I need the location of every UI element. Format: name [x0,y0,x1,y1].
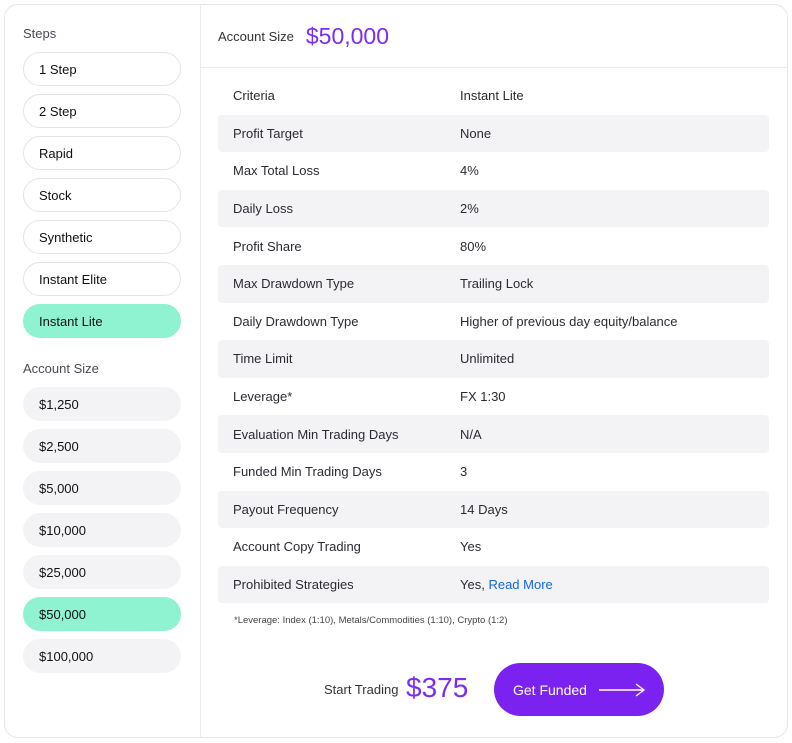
row-label: Profit Target [233,125,303,141]
row-label: Account Copy Trading [233,539,361,555]
size-option-label: $10,000 [39,522,86,538]
size-option-5000[interactable]: $5,000 [23,471,181,505]
table-row: Time Limit Unlimited [218,340,769,378]
row-value-text: Yes, [460,577,485,593]
table-row: Account Copy Trading Yes [218,528,769,566]
sidebar: Steps 1 Step 2 Step Rapid Stock Syntheti… [5,5,201,737]
table-row: Prohibited Strategies Yes, Read More [218,565,769,604]
size-option-2500[interactable]: $2,500 [23,429,181,463]
account-size-label: Account Size [218,28,294,44]
row-label: Payout Frequency [233,501,339,517]
row-value: Trailing Lock [460,276,534,292]
row-value: None [460,125,492,141]
step-option-label: Instant Lite [39,313,103,329]
row-value: Yes [460,539,482,555]
row-value: 14 Days [460,501,508,517]
table-row: Max Total Loss 4% [218,152,769,190]
main-panel: Account Size $50,000 Criteria Instant Lit… [201,5,787,737]
table-row: Payout Frequency 14 Days [218,490,769,529]
row-value: Instant Lite [460,88,524,104]
size-option-label: $2,500 [39,438,79,454]
get-funded-label: Get Funded [513,681,587,698]
size-option-100000[interactable]: $100,000 [23,639,181,673]
pricing-card: Steps 1 Step 2 Step Rapid Stock Syntheti… [4,4,788,738]
row-value: Higher of previous day equity/balance [460,313,678,329]
table-row: Evaluation Min Trading Days N/A [218,415,769,453]
size-option-label: $1,250 [39,396,79,412]
step-option-instant-elite[interactable]: Instant Elite [23,262,181,296]
step-option-label: 1 Step [39,61,77,77]
size-option-label: $100,000 [39,648,94,664]
row-value: 2% [460,201,479,217]
size-option-10000[interactable]: $10,000 [23,513,181,547]
table-row: Daily Drawdown Type Higher of previous da… [218,303,769,341]
size-option-label: $25,000 [39,564,86,580]
step-option-label: Stock [39,187,72,203]
step-option-synthetic[interactable]: Synthetic [23,220,181,254]
step-option-instant-lite[interactable]: Instant Lite [23,304,181,338]
row-label: Max Total Loss [233,163,320,179]
row-label: Leverage* [233,389,293,405]
table-row: Profit Target None [218,114,769,153]
size-option-label: $50,000 [39,606,86,622]
row-value: Yes, Read More [460,577,769,592]
row-value: N/A [460,426,482,442]
step-option-label: Synthetic [39,229,93,245]
step-option-label: 2 Step [39,103,77,119]
step-option-stock[interactable]: Stock [23,178,181,212]
row-value: Unlimited [460,351,515,367]
checkout-footer: Start Trading $375 Get Funded [201,663,787,717]
account-size-header: Account Size $50,000 [201,5,787,68]
step-option-1-step[interactable]: 1 Step [23,52,181,86]
step-option-label: Rapid [39,145,73,161]
row-value: FX 1:30 [460,389,506,405]
row-label: Criteria [233,88,275,104]
account-size-value: $50,000 [305,22,390,49]
size-option-25000[interactable]: $25,000 [23,555,181,589]
row-value: 3 [460,464,468,480]
row-label: Evaluation Min Trading Days [233,426,399,442]
table-row: Profit Share 80% [218,227,769,265]
row-label: Profit Share [233,238,302,254]
price-value: $375 [406,672,469,703]
row-label: Funded Min Trading Days [233,464,382,480]
table-row: Daily Loss 2% [218,189,769,228]
size-option-label: $5,000 [39,480,79,496]
row-label: Time Limit [233,351,293,367]
table-row: Criteria Instant Lite [218,77,769,115]
row-label: Prohibited Strategies [233,577,354,593]
start-trading-label: Start Trading [324,682,399,697]
table-row: Max Drawdown Type Trailing Lock [218,264,769,303]
step-option-label: Instant Elite [39,271,107,287]
step-option-rapid[interactable]: Rapid [23,136,181,170]
table-row: Leverage* FX 1:30 [218,378,769,416]
account-size-heading: Account Size [23,361,99,376]
read-more-link[interactable]: Read More [488,577,552,592]
steps-heading: Steps [23,26,57,41]
row-value: 80% [460,238,487,254]
row-label: Max Drawdown Type [233,276,355,292]
size-option-1250[interactable]: $1,250 [23,387,181,421]
row-value: 4% [460,163,479,179]
size-option-50000[interactable]: $50,000 [23,597,181,631]
row-label: Daily Drawdown Type [233,313,359,329]
step-option-2-step[interactable]: 2 Step [23,94,181,128]
table-row: Funded Min Trading Days 3 [218,453,769,491]
arrow-right-icon [598,683,646,700]
criteria-table: Criteria Instant Lite Profit Target None M… [218,77,769,604]
leverage-footnote: *Leverage: Index (1:10), Metals/Commodit… [234,615,508,626]
get-funded-button[interactable]: Get Funded [494,663,664,716]
row-label: Daily Loss [233,201,293,217]
